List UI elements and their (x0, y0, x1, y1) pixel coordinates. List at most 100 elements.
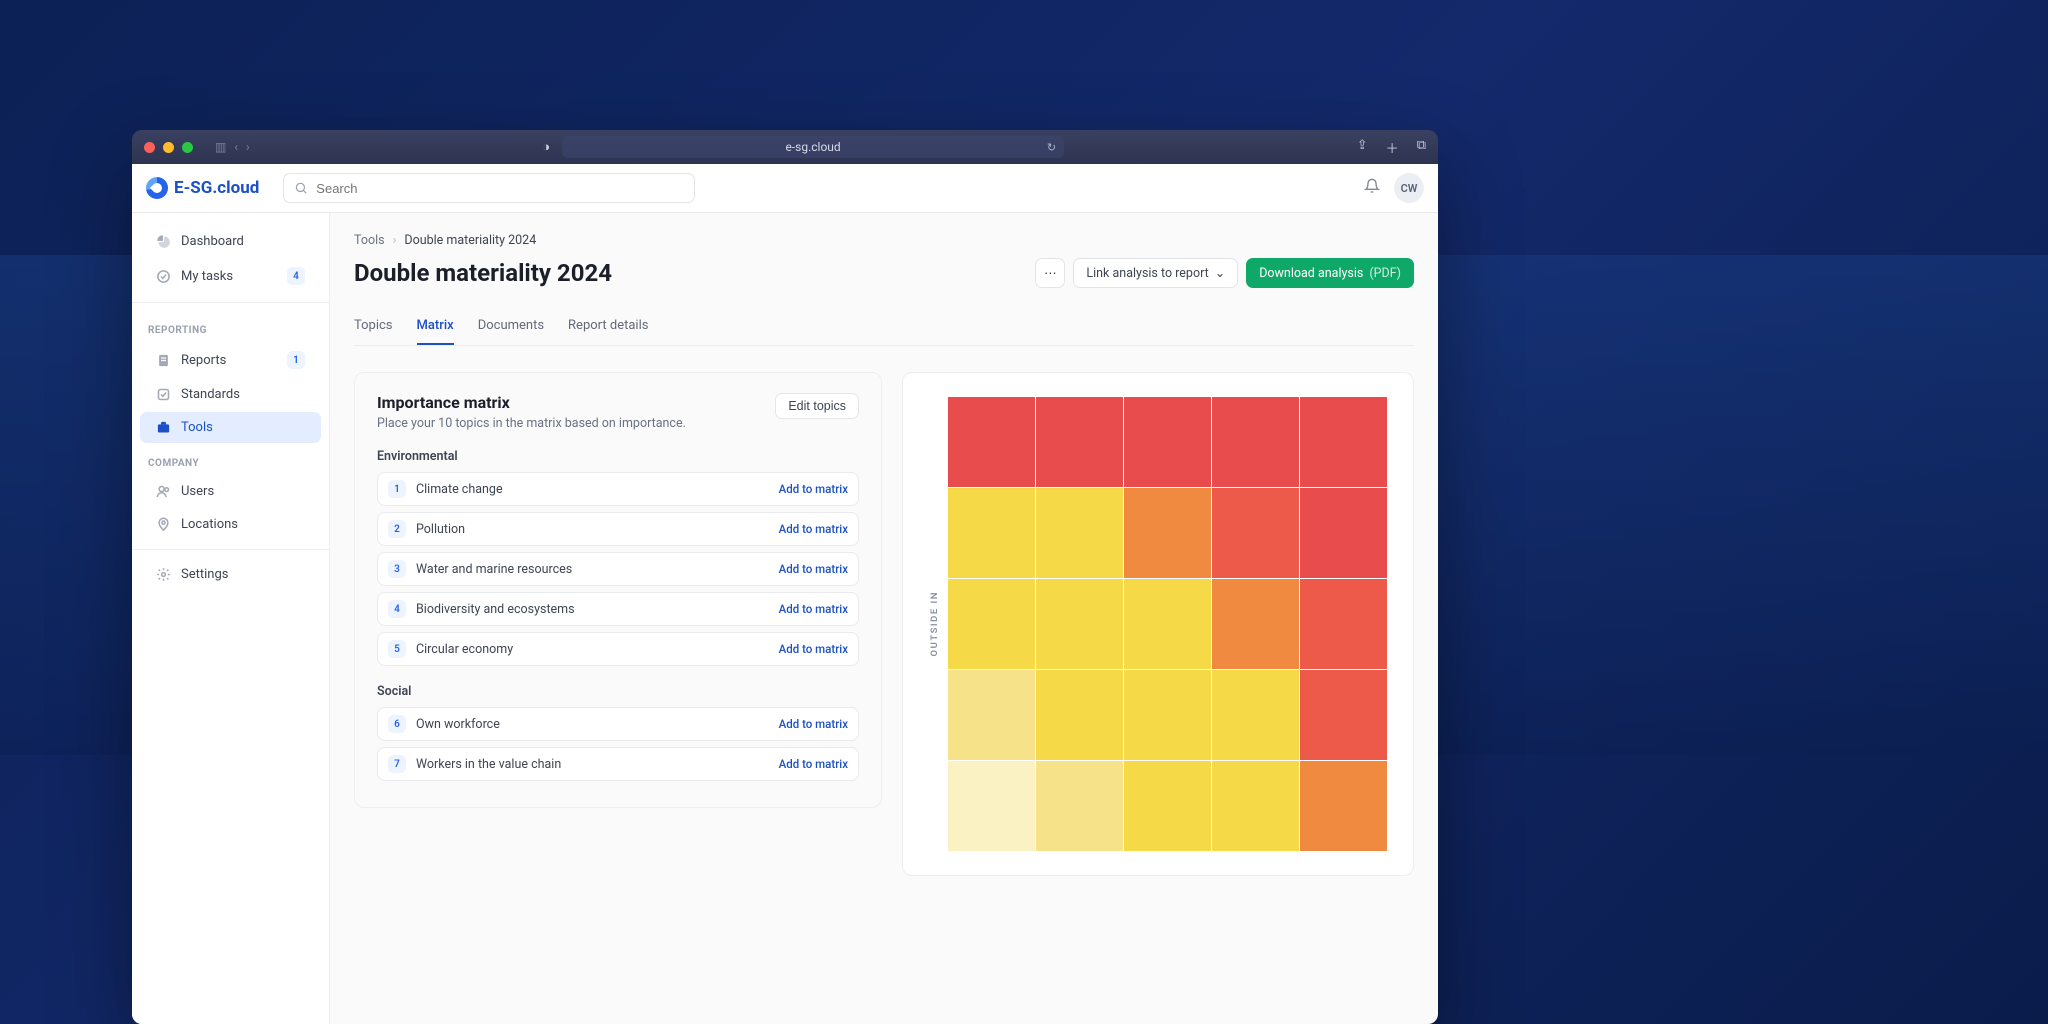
tabs-icon[interactable]: ⧉ (1417, 138, 1426, 157)
badge: 4 (287, 267, 305, 285)
tab-matrix[interactable]: Matrix (417, 308, 454, 345)
sidebar-item-my-tasks[interactable]: My tasks 4 (140, 259, 321, 293)
matrix-cell[interactable] (948, 488, 1035, 578)
pin-icon (156, 517, 171, 532)
url-bar[interactable]: e-sg.cloud ↻ (562, 136, 1064, 158)
logo-text: E-SG.cloud (174, 178, 259, 198)
reload-icon[interactable]: ↻ (1047, 141, 1056, 154)
link-analysis-button[interactable]: Link analysis to report ⌄ (1073, 258, 1238, 288)
tab-report-details[interactable]: Report details (568, 308, 648, 345)
tab-documents[interactable]: Documents (478, 308, 544, 345)
add-to-matrix-link[interactable]: Add to matrix (779, 562, 848, 576)
sidebar-section-company: COMPANY (132, 444, 329, 475)
share-icon[interactable]: ⇪ (1357, 138, 1368, 157)
matrix-cell[interactable] (1124, 670, 1211, 760)
matrix-cell[interactable] (948, 670, 1035, 760)
matrix-cell[interactable] (1300, 670, 1387, 760)
add-to-matrix-link[interactable]: Add to matrix (779, 602, 848, 616)
sidebar-item-label: Standards (181, 387, 240, 402)
app-topbar: E-SG.cloud CW (132, 164, 1438, 213)
topic-label: Pollution (416, 522, 465, 537)
topic-group-social: Social (377, 684, 859, 699)
topic-label: Water and marine resources (416, 562, 572, 577)
topic-row: 3 Water and marine resources Add to matr… (377, 552, 859, 586)
check-icon (156, 269, 171, 284)
matrix-cell[interactable] (948, 579, 1035, 669)
page-tabs: Topics Matrix Documents Report details (354, 308, 1414, 346)
app-logo[interactable]: E-SG.cloud (146, 177, 259, 199)
notifications-icon[interactable] (1364, 178, 1380, 198)
ellipsis-icon: ⋯ (1044, 265, 1057, 281)
browser-window: ▥ ‹ › ◑ e-sg.cloud ↻ ⇪ ＋ ⧉ E-SG.cloud (132, 130, 1438, 1024)
matrix-cell[interactable] (1124, 579, 1211, 669)
breadcrumb: Tools › Double materiality 2024 (354, 233, 1414, 248)
sidebar-item-label: Dashboard (181, 234, 244, 249)
sidebar-item-label: Settings (181, 567, 228, 582)
matrix-cell[interactable] (1300, 761, 1387, 851)
sidebar-item-standards[interactable]: Standards (140, 379, 321, 410)
breadcrumb-root[interactable]: Tools (354, 233, 385, 248)
matrix-cell[interactable] (1300, 397, 1387, 487)
matrix-cell[interactable] (1300, 488, 1387, 578)
back-icon[interactable]: ‹ (234, 140, 238, 154)
matrix-cell[interactable] (948, 397, 1035, 487)
add-to-matrix-link[interactable]: Add to matrix (779, 757, 848, 771)
shield-icon[interactable]: ◑ (542, 139, 550, 155)
matrix-cell[interactable] (1124, 761, 1211, 851)
topic-number: 7 (388, 755, 406, 773)
add-to-matrix-link[interactable]: Add to matrix (779, 522, 848, 536)
edit-topics-button[interactable]: Edit topics (775, 393, 859, 419)
sidebar-item-label: Tools (181, 420, 213, 435)
sidebar-item-reports[interactable]: Reports 1 (140, 343, 321, 377)
search-input[interactable] (316, 181, 684, 196)
search-field-wrapper (283, 173, 695, 203)
matrix-cell[interactable] (1300, 579, 1387, 669)
add-to-matrix-link[interactable]: Add to matrix (779, 717, 848, 731)
matrix-cell[interactable] (1124, 488, 1211, 578)
matrix-cell[interactable] (1036, 761, 1123, 851)
matrix-grid (948, 397, 1387, 851)
window-zoom-button[interactable] (182, 142, 193, 153)
matrix-cell[interactable] (1036, 488, 1123, 578)
add-to-matrix-link[interactable]: Add to matrix (779, 482, 848, 496)
topic-label: Workers in the value chain (416, 757, 561, 772)
gear-icon (156, 567, 171, 582)
sidebar-item-settings[interactable]: Settings (140, 559, 321, 590)
logo-mark-icon (146, 177, 168, 199)
window-close-button[interactable] (144, 142, 155, 153)
sidebar-item-label: Reports (181, 353, 226, 368)
new-tab-icon[interactable]: ＋ (1386, 138, 1399, 157)
matrix-cell[interactable] (1212, 670, 1299, 760)
matrix-cell[interactable] (1036, 579, 1123, 669)
topic-number: 4 (388, 600, 406, 618)
sidebar: Dashboard My tasks 4 REPORTING Reports (132, 213, 330, 1024)
matrix-cell[interactable] (948, 761, 1035, 851)
tab-topics[interactable]: Topics (354, 308, 393, 345)
add-to-matrix-link[interactable]: Add to matrix (779, 642, 848, 656)
matrix-chart-panel: OUTSIDE IN (902, 372, 1414, 876)
matrix-cell[interactable] (1212, 488, 1299, 578)
matrix-cell[interactable] (1036, 670, 1123, 760)
matrix-cell[interactable] (1036, 397, 1123, 487)
sidebar-item-locations[interactable]: Locations (140, 509, 321, 540)
more-actions-button[interactable]: ⋯ (1035, 258, 1065, 288)
avatar[interactable]: CW (1394, 173, 1424, 203)
forward-icon[interactable]: › (246, 140, 250, 154)
matrix-cell[interactable] (1212, 397, 1299, 487)
matrix-cell[interactable] (1124, 397, 1211, 487)
topic-label: Biodiversity and ecosystems (416, 602, 575, 617)
topic-row: 5 Circular economy Add to matrix (377, 632, 859, 666)
matrix-cell[interactable] (1212, 579, 1299, 669)
sidebar-item-dashboard[interactable]: Dashboard (140, 226, 321, 257)
badge: 1 (287, 351, 305, 369)
url-text: e-sg.cloud (785, 140, 840, 154)
briefcase-icon (156, 420, 171, 435)
sidebar-toggle-icon[interactable]: ▥ (215, 140, 226, 154)
download-analysis-button[interactable]: Download analysis (PDF) (1246, 258, 1414, 288)
sidebar-item-users[interactable]: Users (140, 476, 321, 507)
matrix-cell[interactable] (1212, 761, 1299, 851)
window-minimize-button[interactable] (163, 142, 174, 153)
topic-number: 2 (388, 520, 406, 538)
sidebar-item-tools[interactable]: Tools (140, 412, 321, 443)
users-icon (156, 484, 171, 499)
